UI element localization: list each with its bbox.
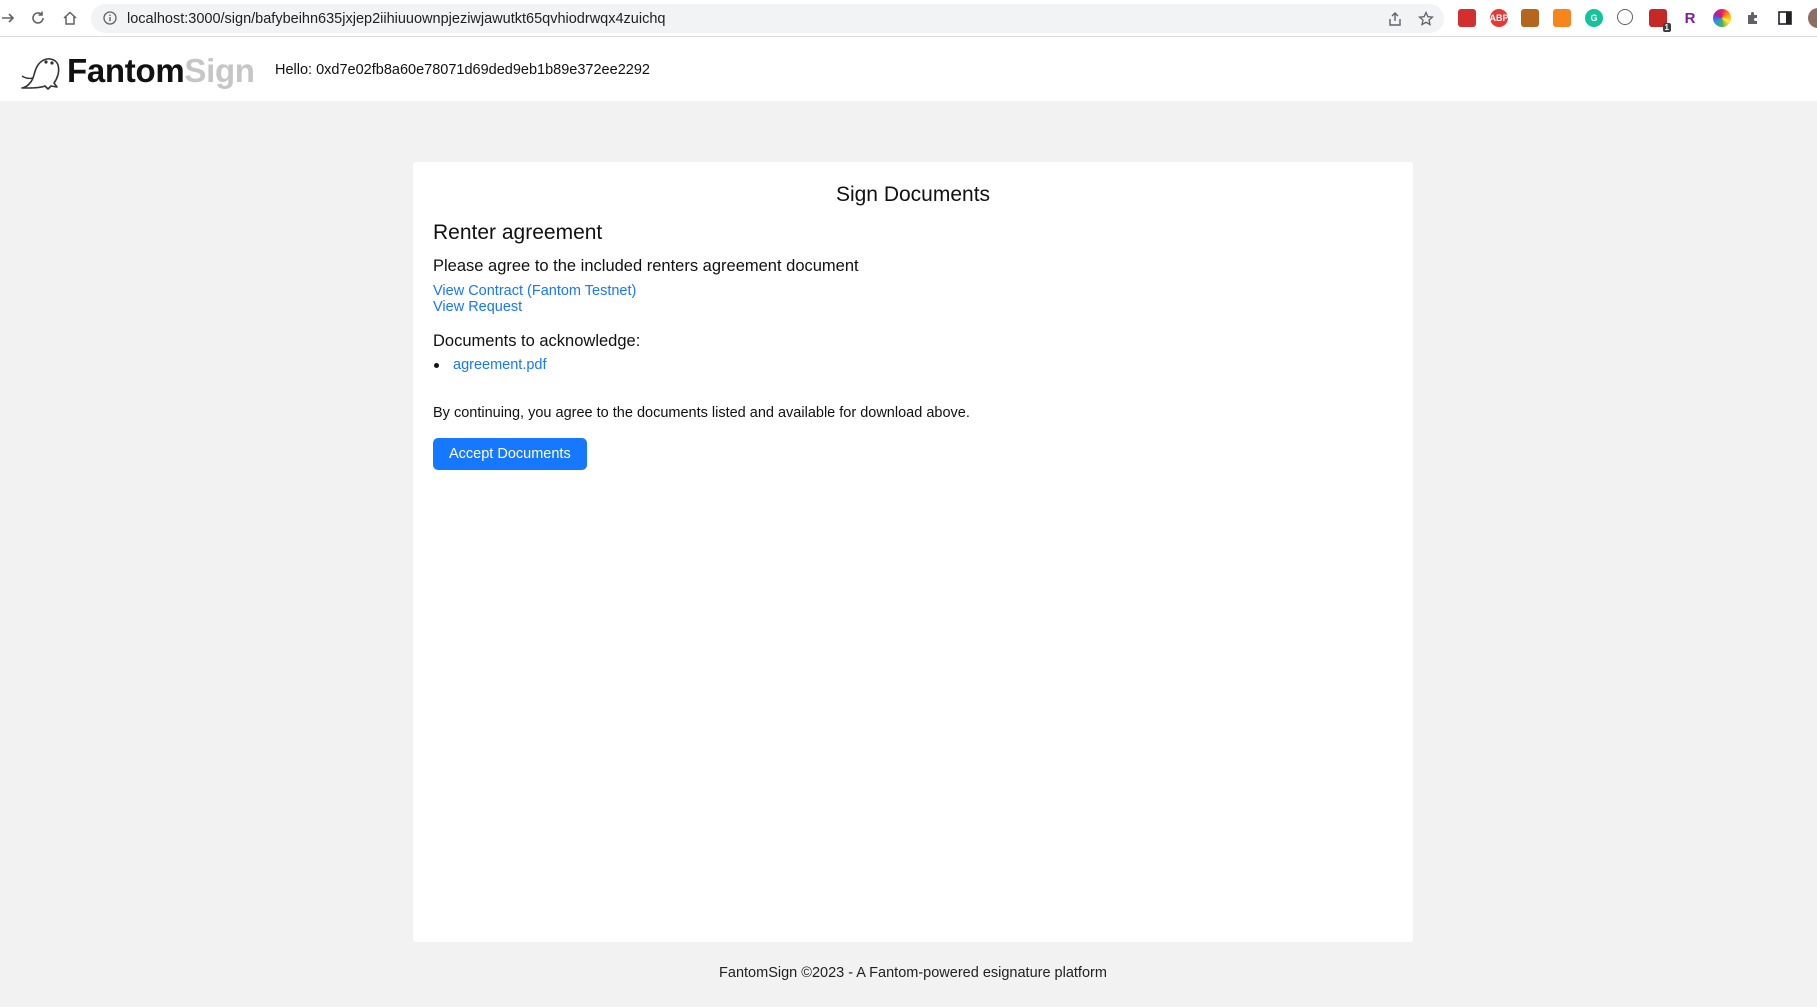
page-title: Sign Documents (835, 183, 991, 206)
request-description: Please agree to the included renters agr… (433, 257, 859, 275)
extension-badge-count: 1 (1662, 23, 1671, 32)
app-header: FantomSign Hello: 0xd7e02fb8a60e78071d69… (0, 37, 1817, 101)
consent-text: By continuing, you agree to the document… (433, 405, 970, 421)
side-panel-icon[interactable] (1777, 10, 1793, 26)
accept-documents-button[interactable]: Accept Documents (433, 438, 587, 470)
brand-secondary: Sign (184, 52, 255, 89)
extensions-puzzle-icon[interactable] (1745, 10, 1761, 26)
color-wheel-icon[interactable] (1713, 9, 1731, 27)
metamask-fox-icon[interactable] (1553, 9, 1571, 27)
bookmark-star-icon[interactable] (1418, 11, 1434, 27)
wallet-greeting: Hello: 0xd7e02fb8a60e78071d69ded9eb1b89e… (275, 62, 650, 78)
ellipsis-circle-icon[interactable] (1617, 9, 1633, 25)
documents-heading: Documents to acknowledge: (433, 332, 641, 350)
brand-logo-text[interactable]: FantomSign (67, 52, 255, 90)
sign-documents-card: Sign Documents Renter agreement Please a… (413, 162, 1413, 942)
reload-icon[interactable] (26, 6, 50, 30)
home-icon[interactable] (58, 6, 82, 30)
badge-extension-icon[interactable]: 1 (1649, 9, 1671, 32)
address-bar[interactable]: localhost:3000/sign/bafybeihn635jxjep2ii… (91, 4, 1444, 33)
adblock-plus-icon[interactable]: ABP (1490, 9, 1509, 27)
documents-list: agreement.pdf (433, 355, 547, 377)
forward-arrow-icon[interactable] (0, 6, 20, 30)
profile-avatar[interactable] (1808, 8, 1817, 28)
list-item: agreement.pdf (433, 355, 547, 377)
share-icon[interactable] (1387, 11, 1403, 27)
document-link[interactable]: agreement.pdf (453, 357, 547, 373)
footer-text: FantomSign ©2023 - A Fantom-powered esig… (719, 965, 1107, 981)
pdf-icon[interactable] (1458, 9, 1476, 27)
grammarly-icon[interactable]: G (1585, 9, 1603, 27)
site-info-icon[interactable] (103, 11, 117, 25)
ghost-logo-icon[interactable] (16, 50, 62, 92)
request-title: Renter agreement (433, 221, 603, 244)
brand-primary: Fantom (67, 52, 185, 89)
view-contract-link[interactable]: View Contract (Fantom Testnet) (433, 283, 636, 299)
extension-brown-icon[interactable] (1521, 9, 1539, 27)
view-request-link[interactable]: View Request (433, 299, 522, 315)
url-text[interactable]: localhost:3000/sign/bafybeihn635jxjep2ii… (127, 11, 665, 27)
browser-toolbar: localhost:3000/sign/bafybeihn635jxjep2ii… (0, 0, 1817, 37)
r-extension-icon[interactable]: R (1681, 9, 1699, 27)
bullet-icon (434, 363, 439, 368)
